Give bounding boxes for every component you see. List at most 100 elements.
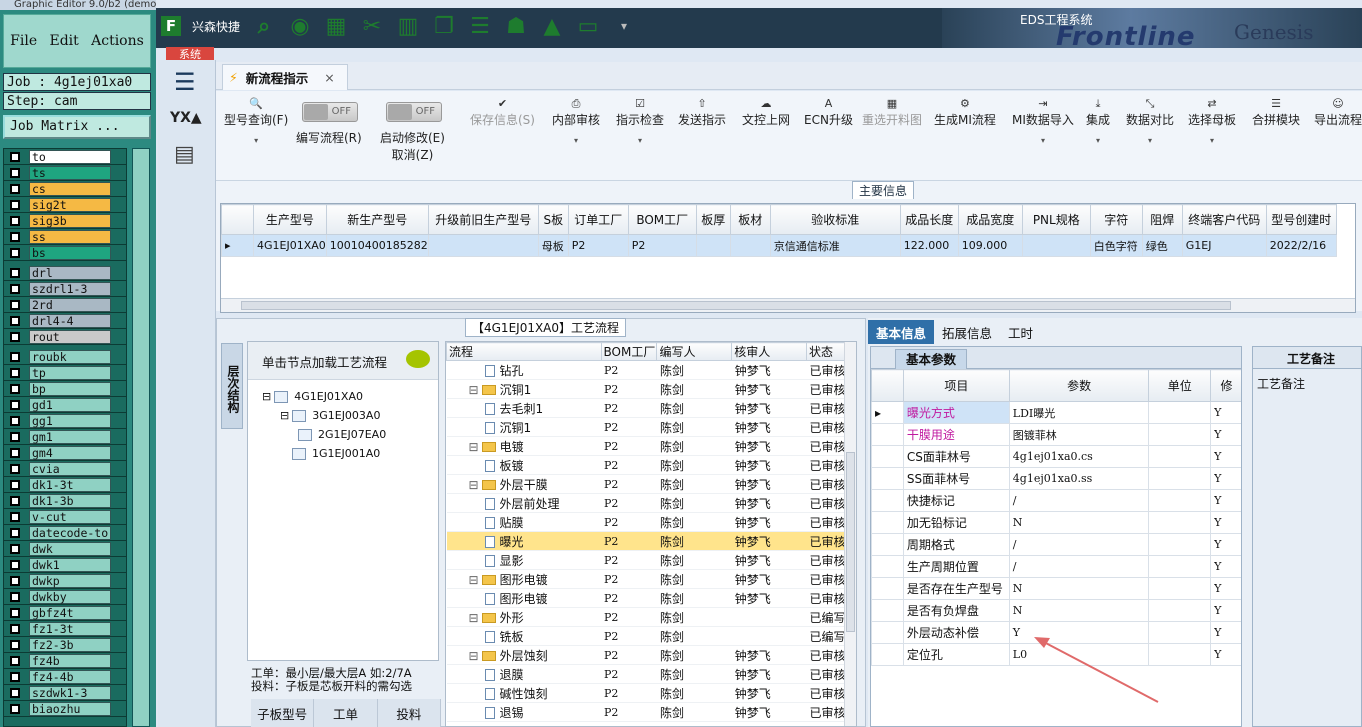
flow-name-cell[interactable]: 图形电镀 [446,588,602,608]
table-row[interactable]: ⊟ 外层干膜 P2 陈剑 钟梦飞 已审核 [446,474,846,494]
reviewer-cell[interactable]: 钟梦飞 [731,455,807,475]
layer-checkbox[interactable] [10,267,20,278]
structure-vertical-tab[interactable]: 层次结构 [221,343,243,429]
table-row[interactable]: 板镀 P2 陈剑 钟梦飞 已审核 [446,455,846,475]
layer-name[interactable]: tp [29,365,111,380]
layer-checkbox[interactable] [10,183,20,194]
column-header[interactable]: S板 [537,204,569,235]
writer-cell[interactable]: 陈剑 [656,702,732,722]
layer-row[interactable]: ts [4,165,126,181]
status-cell[interactable]: 已审核 [806,493,846,513]
reviewer-cell[interactable]: 钟梦飞 [731,512,807,532]
bom-factory-cell[interactable]: P2 [601,455,657,475]
layer-row[interactable]: sig2t [4,197,126,213]
reviewer-cell[interactable]: 钟梦飞 [731,531,807,551]
toolbar-button[interactable]: ⇥ MI数据导入 ▾ [1012,97,1074,145]
table-row[interactable]: 去毛刺1 P2 陈剑 钟梦飞 已审核 [446,398,846,418]
tree-node[interactable]: 1G1EJ001A0 [292,447,380,460]
layer-name[interactable]: dwkp [29,573,111,588]
layer-row[interactable]: dwk [4,541,126,557]
table-row[interactable]: ⊟ 沉铜1 P2 陈剑 钟梦飞 已审核 [446,379,846,399]
layer-row[interactable]: szdwk1-3 [4,685,126,701]
param-item-cell[interactable]: 外层动态补偿 [902,621,1010,644]
layer-checkbox[interactable] [10,215,20,226]
layer-name[interactable]: fz4-4b [29,669,111,684]
row-indicator[interactable] [871,511,904,534]
param-unit-cell[interactable] [1148,423,1212,446]
param-modify-cell[interactable]: Y [1210,423,1241,446]
status-cell[interactable]: 已审核 [806,550,846,570]
flow-name-cell[interactable]: 钻孔 [446,360,602,380]
status-cell[interactable]: 已审核 [806,512,846,532]
layer-name[interactable]: bs [29,245,111,260]
status-cell[interactable]: 已审核 [806,474,846,494]
toolbar-button[interactable]: ⤡ 数据对比 ▾ [1126,97,1174,145]
layer-row[interactable]: dwkby [4,589,126,605]
tab-work-hours[interactable]: 工时 [1000,320,1041,344]
layer-checkbox[interactable] [10,231,20,242]
param-modify-cell[interactable]: Y [1210,555,1241,578]
film-icon[interactable]: ▥ [395,13,421,39]
bom-factory-cell[interactable]: P2 [601,474,657,494]
layer-row[interactable]: dwk1 [4,557,126,573]
param-value-cell[interactable]: N [1008,577,1150,600]
column-header[interactable]: 新生产型号 [325,204,429,235]
layer-name[interactable]: rout [29,329,111,344]
param-item-cell[interactable]: 是否有负焊盘 [902,599,1010,622]
pages-icon[interactable]: ❐ [431,13,457,39]
layer-checkbox[interactable] [10,283,20,294]
writer-cell[interactable]: 陈剑 [656,569,732,589]
layer-checkbox[interactable] [10,247,20,258]
layer-row[interactable]: bs [4,245,126,261]
scissors-icon[interactable]: ✂ [359,13,385,39]
flow-name-cell[interactable]: 碱性蚀刻 [446,683,602,703]
layer-row[interactable]: dk1-3b [4,493,126,509]
layer-checkbox[interactable] [10,151,20,162]
layer-checkbox[interactable] [10,447,20,458]
column-header[interactable]: 成品长度 [899,204,959,235]
layer-checkbox[interactable] [10,367,20,378]
layer-checkbox[interactable] [10,331,20,342]
layer-row[interactable]: szdrl1-3 [4,281,126,297]
reviewer-cell[interactable]: 钟梦飞 [731,588,807,608]
layer-name[interactable]: ts [29,165,111,180]
bom-factory-cell[interactable]: P2 [601,664,657,684]
col-reviewer[interactable]: 核审人 [731,342,807,361]
param-unit-cell[interactable] [1148,511,1212,534]
list-icon[interactable]: ☰ [467,13,493,39]
tab-basic-info[interactable]: 基本信息 [868,320,935,344]
collapse-icon[interactable]: ⊟ [469,383,479,397]
layer-row[interactable]: tp [4,365,126,381]
layer-checkbox[interactable] [10,623,20,634]
flow-name-cell[interactable]: 退膜 [446,664,602,684]
layer-row[interactable]: gd1 [4,397,126,413]
layer-name[interactable]: fz1-3t [29,621,111,636]
column-header[interactable]: 板厚 [695,204,731,235]
table-row[interactable]: ⊟ 外形 P2 陈剑 已编写 [446,607,846,627]
col-bom-factory[interactable]: BOM工厂 [600,342,658,361]
writer-cell[interactable]: 陈剑 [656,398,732,418]
column-header[interactable]: 阻焊 [1141,204,1183,235]
param-item-cell[interactable]: 周期格式 [902,533,1010,556]
collapse-icon[interactable]: ⊟ [469,478,479,492]
flow-name-cell[interactable]: 沉铜1 [446,417,602,437]
chevron-down-icon[interactable]: ▾ [1086,136,1110,145]
grid-cell[interactable]: G1EJ [1181,234,1267,257]
layer-name[interactable]: gd1 [29,397,111,412]
grid-cell[interactable]: 4G1EJ01XA0 [253,234,327,257]
toolbar-button[interactable]: ⇧ 发送指示 [678,97,726,128]
param-value-cell[interactable]: 4g1ej01xa0.cs [1008,445,1150,468]
table-row[interactable]: 是否存在生产型号 N Y [871,577,1241,600]
quick-dropdown-icon[interactable]: ▾ [611,13,637,39]
toggle-switch[interactable]: OFF [302,102,358,122]
grid-cell[interactable]: 2022/2/16 [1265,234,1337,257]
writer-cell[interactable]: 陈剑 [656,626,732,646]
column-header[interactable]: 型号创建时 [1265,204,1337,235]
param-modify-cell[interactable]: Y [1210,445,1241,468]
row-indicator[interactable] [871,533,904,556]
column-header[interactable]: 升级前旧生产型号 [427,204,539,235]
column-header[interactable]: PNL规格 [1021,204,1091,235]
toolbar-button[interactable]: ⎙ 内部审核 ▾ [552,97,600,145]
layer-row[interactable]: drl [4,265,126,281]
layer-checkbox[interactable] [10,479,20,490]
